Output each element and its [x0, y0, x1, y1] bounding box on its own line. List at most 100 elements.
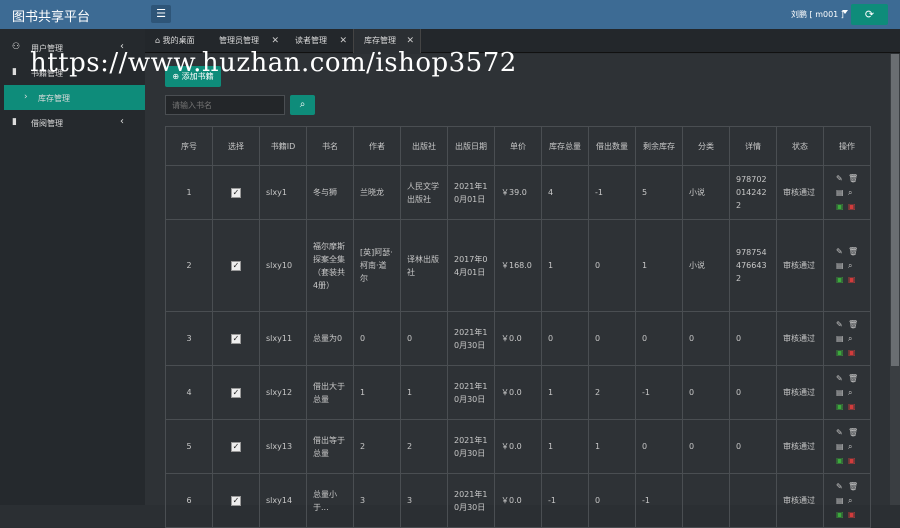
table-cell: 总量为0 [306, 311, 354, 366]
scrollbar[interactable] [890, 54, 900, 505]
search-icon[interactable]: ⌕ [848, 440, 860, 454]
borrow-icon[interactable]: ▣ [836, 454, 848, 468]
table-cell: 1 [165, 165, 213, 220]
table-row[interactable]: 5 ✓ slxy13 借出等于总量 2 2 2021年10月30日 ￥0.0 1 1 0 0 0 审核通过… [165, 419, 871, 474]
trash-icon[interactable]: 🗑 [848, 372, 860, 386]
return-icon[interactable]: ▣ [848, 200, 860, 214]
table-cell: 3 [165, 311, 213, 366]
table-row[interactable]: 3 ✓ slxy11 总量为0 0 0 2021年10月30日 ￥0.0 0 0 0 0 0 审核通过 ✎ 🗑… [165, 311, 871, 366]
table-cell: 审核通过 [776, 365, 824, 420]
table-cell: 译林出版社 [400, 219, 448, 312]
table-cell: 1 [635, 219, 683, 312]
table-cell: slxy10 [259, 219, 307, 312]
sidebar-item-label: 借阅管理 [31, 119, 63, 128]
refresh-button[interactable]: ⟳ [851, 4, 888, 25]
document-icon[interactable]: ▤ [836, 494, 848, 508]
user-menu[interactable]: 刘鹏 [ m001 ] [791, 9, 844, 20]
row-actions: ✎ 🗑 ▤ ⌕ ▣ ▣ [823, 365, 871, 420]
document-icon[interactable]: ▤ [836, 259, 848, 273]
table-cell: 2 [353, 419, 401, 474]
table-row[interactable]: 6 ✓ slxy14 总量小于... 3 3 2021年10月30日 ￥0.0 -1 0 -1 审核通… [165, 473, 871, 528]
search-button[interactable]: ⌕ [290, 95, 315, 115]
column-header: 序号 [165, 126, 213, 166]
trash-icon[interactable]: 🗑 [848, 426, 860, 440]
row-actions: ✎ 🗑 ▤ ⌕ ▣ ▣ [823, 219, 871, 312]
row-checkbox[interactable]: ✓ [231, 388, 241, 398]
menu-toggle-button[interactable]: ☰ [151, 5, 171, 23]
table-cell: 0 [729, 311, 777, 366]
table-cell: 0 [541, 311, 589, 366]
edit-icon[interactable]: ✎ [836, 318, 848, 332]
edit-icon[interactable]: ✎ [836, 172, 848, 186]
trash-icon[interactable]: 🗑 [848, 480, 860, 494]
row-select-cell[interactable]: ✓ [212, 419, 260, 474]
trash-icon[interactable]: 🗑 [848, 318, 860, 332]
row-select-cell[interactable]: ✓ [212, 219, 260, 312]
scrollbar-thumb[interactable] [891, 54, 899, 366]
table-cell: 0 [729, 419, 777, 474]
trash-icon[interactable]: 🗑 [848, 172, 860, 186]
search-icon[interactable]: ⌕ [848, 332, 860, 346]
search-icon[interactable]: ⌕ [848, 386, 860, 400]
table-cell: 5 [635, 165, 683, 220]
table-cell: 0 [682, 419, 730, 474]
document-icon[interactable]: ▤ [836, 186, 848, 200]
edit-icon[interactable]: ✎ [836, 245, 848, 259]
table-cell: slxy14 [259, 473, 307, 528]
home-icon: ⌂ [155, 36, 161, 45]
edit-icon[interactable]: ✎ [836, 480, 848, 494]
search-icon[interactable]: ⌕ [848, 259, 860, 273]
row-select-cell[interactable]: ✓ [212, 473, 260, 528]
row-select-cell[interactable]: ✓ [212, 365, 260, 420]
trash-icon[interactable]: 🗑 [848, 245, 860, 259]
table-row[interactable]: 4 ✓ slxy12 借出大于总量 1 1 2021年10月30日 ￥0.0 1 2 -1 0 0 审核通… [165, 365, 871, 420]
search-icon[interactable]: ⌕ [848, 186, 860, 200]
return-icon[interactable]: ▣ [848, 454, 860, 468]
table-cell: 1 [588, 419, 636, 474]
table-cell: 2 [400, 419, 448, 474]
row-checkbox[interactable]: ✓ [231, 188, 241, 198]
row-checkbox[interactable]: ✓ [231, 442, 241, 452]
column-header: 书籍ID [259, 126, 307, 166]
return-icon[interactable]: ▣ [848, 273, 860, 287]
table-cell: 2021年10月30日 [447, 419, 495, 474]
document-icon[interactable]: ▤ [836, 440, 848, 454]
sidebar-item-inventory[interactable]: › 库存管理 [4, 85, 145, 110]
borrow-icon[interactable]: ▣ [836, 200, 848, 214]
table-cell: -1 [588, 165, 636, 220]
sidebar-item-borrowing[interactable]: ▮ 借阅管理 ‹ [0, 110, 145, 135]
table-cell [729, 473, 777, 528]
row-actions: ✎ 🗑 ▤ ⌕ ▣ ▣ [823, 165, 871, 220]
return-icon[interactable]: ▣ [848, 400, 860, 414]
table-cell: 2021年10月30日 [447, 311, 495, 366]
return-icon[interactable]: ▣ [848, 346, 860, 360]
edit-icon[interactable]: ✎ [836, 426, 848, 440]
borrow-icon[interactable]: ▣ [836, 273, 848, 287]
borrow-icon[interactable]: ▣ [836, 400, 848, 414]
table-cell: 2021年10月30日 [447, 365, 495, 420]
table-cell: 小说 [682, 219, 730, 312]
borrow-icon[interactable]: ▣ [836, 508, 848, 522]
table-row[interactable]: 1 ✓ slxy1 冬与狮 兰晓龙 人民文学出版社 2021年10月01日 ￥39.0 4 -1 5… [165, 165, 871, 220]
return-icon[interactable]: ▣ [848, 508, 860, 522]
row-select-cell[interactable]: ✓ [212, 165, 260, 220]
search-icon[interactable]: ⌕ [848, 494, 860, 508]
table-cell: -1 [635, 473, 683, 528]
caret-down-icon[interactable] [842, 10, 848, 14]
edit-icon[interactable]: ✎ [836, 372, 848, 386]
table-cell: 0 [588, 219, 636, 312]
table-row[interactable]: 2 ✓ slxy10 福尔摩斯探案全集（套装共4册） [英]阿瑟·柯南·道尔 译林出版社 2… [165, 219, 871, 312]
document-icon[interactable]: ▤ [836, 332, 848, 346]
search-input[interactable] [165, 95, 285, 115]
document-icon[interactable]: ▤ [836, 386, 848, 400]
borrow-icon[interactable]: ▣ [836, 346, 848, 360]
book-icon: ▮ [12, 117, 17, 127]
table-cell: 借出大于总量 [306, 365, 354, 420]
row-select-cell[interactable]: ✓ [212, 311, 260, 366]
table-cell: 兰晓龙 [353, 165, 401, 220]
table-cell: 3 [400, 473, 448, 528]
row-checkbox[interactable]: ✓ [231, 261, 241, 271]
table-cell: 0 [588, 311, 636, 366]
row-checkbox[interactable]: ✓ [231, 334, 241, 344]
table-cell: 0 [729, 365, 777, 420]
